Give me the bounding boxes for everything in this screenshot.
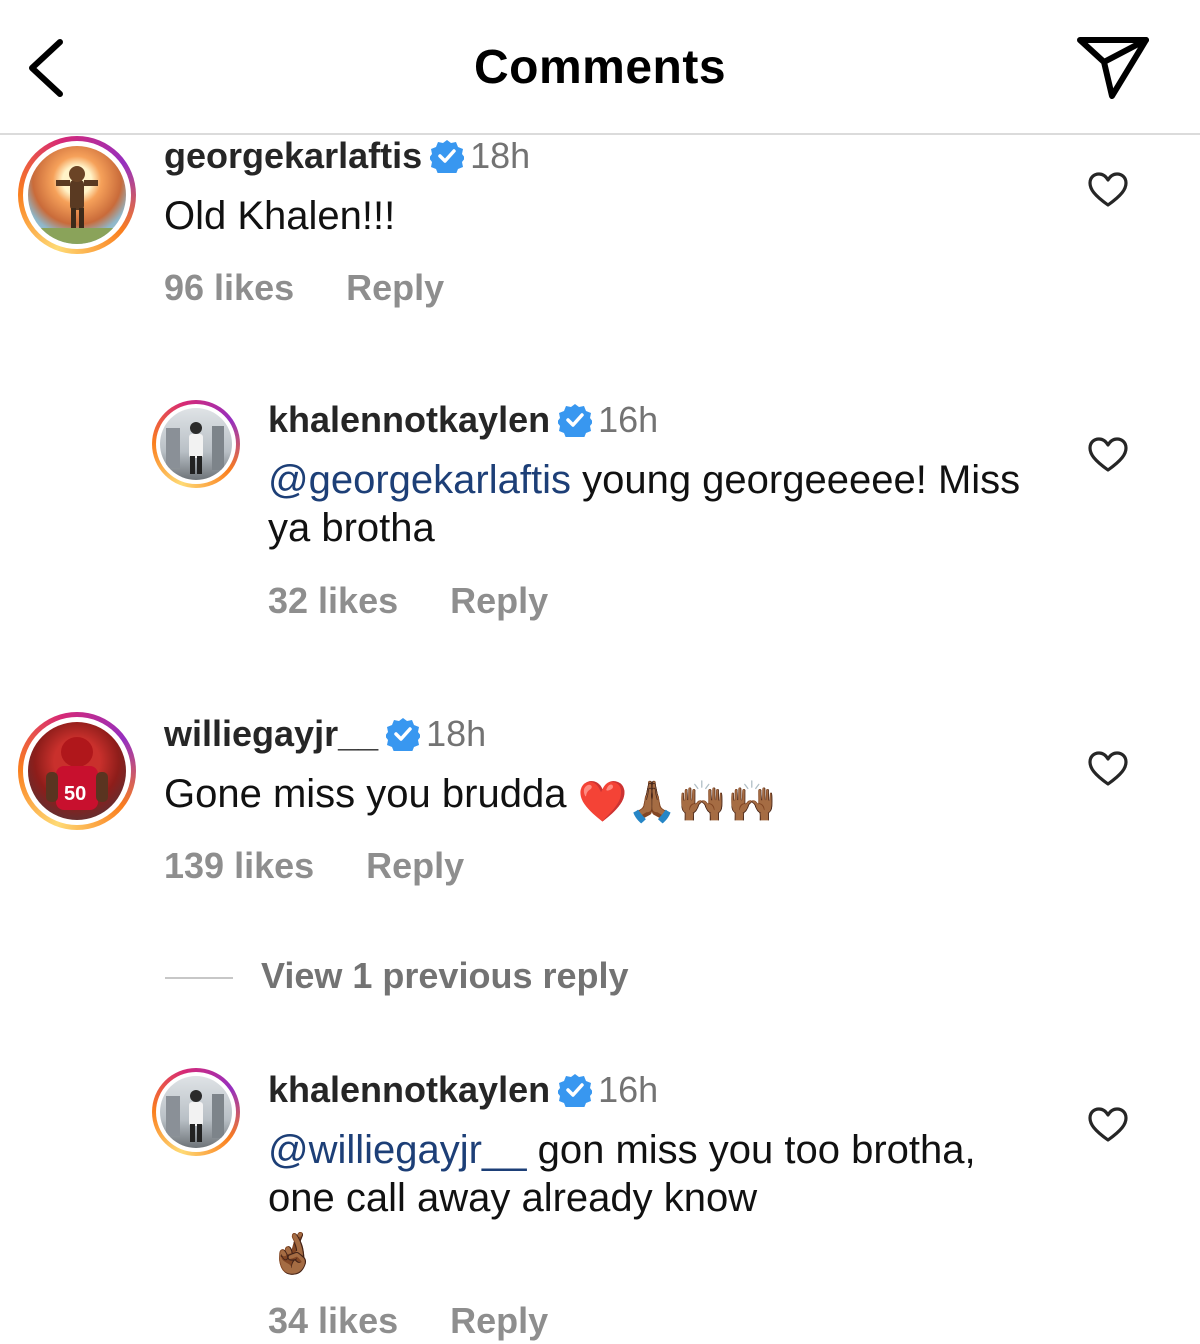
heart-icon[interactable] xyxy=(1088,172,1128,208)
avatar-image xyxy=(28,166,126,244)
likes-count[interactable]: 96 likes xyxy=(164,267,294,308)
likes-count[interactable]: 32 likes xyxy=(268,580,398,621)
comment-username[interactable]: khalennotkaylen xyxy=(268,1069,550,1110)
likes-count[interactable]: 139 likes xyxy=(164,845,314,886)
comment-time: 16h xyxy=(598,1069,659,1110)
avatar[interactable]: 50 xyxy=(18,712,136,830)
likes-count[interactable]: 34 likes xyxy=(268,1300,398,1341)
reply-button[interactable]: Reply xyxy=(450,580,548,621)
comment-text: @williegayjr__ gon miss you too brotha, … xyxy=(268,1128,976,1276)
avatar-image: 50 xyxy=(46,737,108,810)
view-previous-replies-button[interactable]: View 1 previous reply xyxy=(165,955,629,997)
reply-button[interactable]: Reply xyxy=(366,845,464,886)
comment-text: Old Khalen!!! xyxy=(164,194,396,238)
emoji-sequence: 🤞🏾 xyxy=(268,1232,318,1276)
send-icon[interactable] xyxy=(1076,34,1150,100)
verified-badge-icon xyxy=(558,404,593,437)
svg-text:50: 50 xyxy=(64,783,86,805)
avatar[interactable] xyxy=(152,400,240,488)
verified-badge-icon xyxy=(558,1074,593,1107)
page-title: Comments xyxy=(473,41,727,94)
comment-time: 18h xyxy=(470,135,531,176)
avatar[interactable] xyxy=(152,1068,240,1156)
reply-button[interactable]: Reply xyxy=(346,267,444,308)
comment-username[interactable]: georgekarlaftis xyxy=(164,135,422,176)
comment-time: 16h xyxy=(598,399,659,440)
verified-badge-icon xyxy=(386,718,421,751)
divider-line xyxy=(165,977,233,980)
emoji-sequence: ❤️🙏🏾🙌🏾🙌🏾 xyxy=(577,780,777,824)
comments-header: Comments xyxy=(0,0,1200,135)
verified-badge-icon xyxy=(430,140,465,173)
reply-button[interactable]: Reply xyxy=(450,1300,548,1341)
comment-time: 18h xyxy=(426,713,487,754)
heart-icon[interactable] xyxy=(1088,751,1128,787)
comment-username[interactable]: williegayjr__ xyxy=(164,713,378,754)
mention-link[interactable]: @georgekarlaftis xyxy=(268,458,571,502)
avatar-image xyxy=(166,1090,224,1142)
heart-icon[interactable] xyxy=(1088,437,1128,473)
comment-text: @georgekarlaftis young georgeeeee! Miss … xyxy=(268,458,1021,550)
avatar[interactable] xyxy=(18,136,136,254)
comment-username[interactable]: khalennotkaylen xyxy=(268,399,550,440)
mention-link[interactable]: @williegayjr__ xyxy=(268,1128,526,1172)
heart-icon[interactable] xyxy=(1088,1107,1128,1143)
comment-text: Gone miss you brudda ❤️🙏🏾🙌🏾🙌🏾 xyxy=(164,772,777,824)
avatar-image xyxy=(166,422,224,474)
